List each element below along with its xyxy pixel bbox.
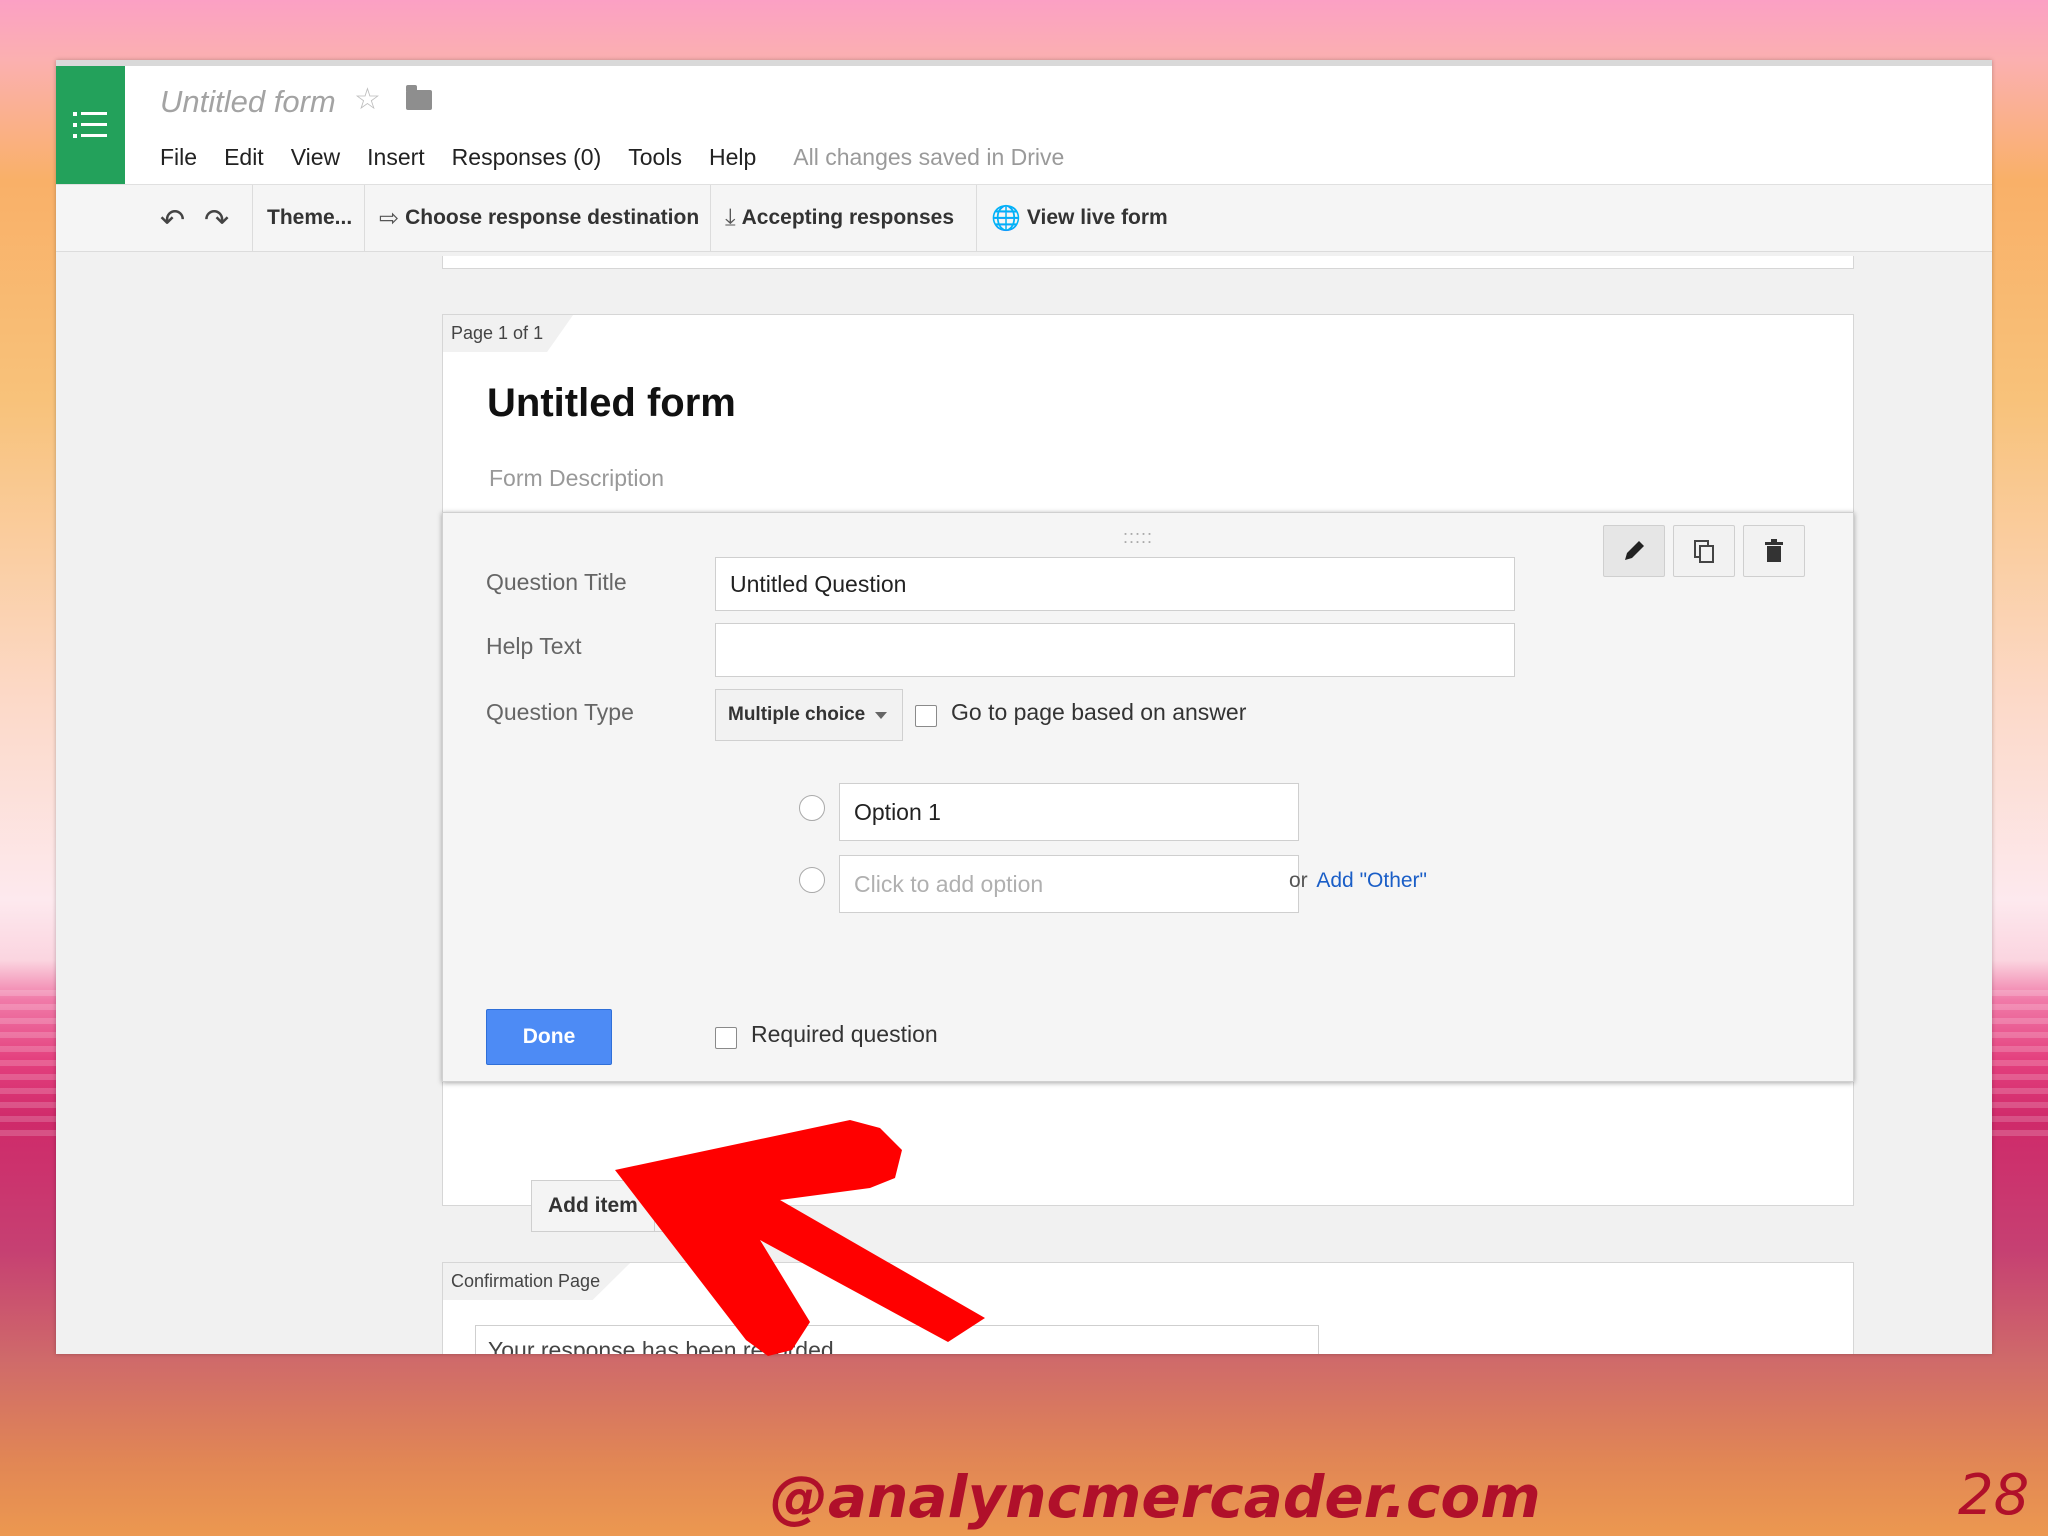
question-editor: ::::: Question Title Untitled Question H… — [442, 512, 1854, 1082]
export-icon: ⇨ — [379, 204, 400, 232]
form-title[interactable]: Untitled form — [487, 381, 736, 426]
chevron-down-icon — [875, 711, 888, 719]
theme-button[interactable]: Theme... — [252, 185, 366, 251]
menu-bar: File Edit View Insert Responses (0) Tool… — [160, 142, 1064, 172]
question-title-input[interactable]: Untitled Question — [715, 557, 1515, 611]
or-text: or — [1289, 869, 1308, 892]
theme-label: Theme... — [267, 206, 353, 229]
menu-edit[interactable]: Edit — [224, 144, 264, 171]
folder-icon[interactable] — [406, 85, 432, 110]
view-live-form-label: View live form — [1026, 206, 1168, 229]
page-label: Page 1 of 1 — [443, 315, 574, 352]
button-divider — [654, 1181, 655, 1231]
screenshot-window: Untitled form ☆ File Edit View Insert Re… — [56, 60, 1992, 1354]
copy-icon — [1694, 540, 1714, 563]
menu-tools[interactable]: Tools — [628, 144, 682, 171]
document-title[interactable]: Untitled form — [160, 84, 336, 120]
add-item-button[interactable]: Add item — [531, 1180, 686, 1232]
question-title-label: Question Title — [486, 569, 627, 595]
add-item-label: Add item — [548, 1194, 638, 1217]
inbox-icon: ⤓ — [725, 204, 736, 231]
menu-insert[interactable]: Insert — [367, 144, 425, 171]
top-bar: Untitled form ☆ File Edit View Insert Re… — [56, 66, 1992, 185]
done-button[interactable]: Done — [486, 1009, 612, 1065]
question-type-label: Question Type — [486, 699, 634, 725]
help-text-input[interactable] — [715, 623, 1515, 677]
add-other-link[interactable]: Add "Other" — [1316, 869, 1427, 892]
menu-view[interactable]: View — [291, 144, 340, 171]
confirmation-label: Confirmation Page — [443, 1263, 631, 1300]
question-type-select[interactable]: Multiple choice — [715, 689, 903, 741]
duplicate-button[interactable] — [1673, 525, 1735, 577]
accepting-responses-button[interactable]: ⤓ Accepting responses — [710, 185, 968, 251]
menu-help[interactable]: Help — [709, 144, 756, 171]
confirmation-card: Confirmation Page Your response has been… — [442, 1262, 1854, 1354]
help-text-label: Help Text — [486, 633, 582, 659]
menu-file[interactable]: File — [160, 144, 197, 171]
drag-handle-icon[interactable]: ::::: — [1123, 527, 1153, 548]
go-to-page-label: Go to page based on answer — [951, 699, 1247, 725]
add-other-text: or Add "Other" — [1273, 869, 1427, 893]
globe-link-icon: 🌐 — [991, 204, 1021, 232]
author-handle: @analyncmercader.com — [770, 1463, 1541, 1531]
pencil-icon — [1625, 541, 1644, 560]
add-option-radio — [799, 867, 825, 893]
response-destination-button[interactable]: ⇨ Choose response destination — [364, 185, 713, 251]
required-checkbox[interactable] — [715, 1027, 737, 1049]
list-icon — [72, 112, 107, 138]
required-label: Required question — [751, 1021, 938, 1047]
accepting-responses-label: Accepting responses — [741, 206, 955, 229]
slide-number: 28 — [1958, 1463, 2030, 1528]
option-input[interactable]: Option 1 — [839, 783, 1299, 841]
delete-button[interactable] — [1743, 525, 1805, 577]
trash-icon — [1765, 539, 1783, 562]
toolbar: ↶ ↷ Theme... ⇨ Choose response destinati… — [56, 185, 1992, 252]
question-type-value: Multiple choice — [728, 704, 866, 725]
option-radio — [799, 795, 825, 821]
view-live-form-button[interactable]: 🌐 View live form — [976, 185, 1182, 251]
forms-app-icon[interactable] — [56, 66, 125, 184]
menu-responses[interactable]: Responses (0) — [452, 144, 602, 171]
go-to-page-checkbox[interactable] — [915, 705, 937, 727]
confirmation-message-input[interactable]: Your response has been recorded. — [475, 1325, 1319, 1354]
undo-icon[interactable]: ↶ — [160, 203, 185, 238]
star-icon[interactable]: ☆ — [354, 82, 381, 117]
card-edge — [442, 256, 1854, 269]
chevron-down-icon[interactable] — [665, 1203, 677, 1210]
save-status: All changes saved in Drive — [793, 143, 1065, 170]
edit-button[interactable] — [1603, 525, 1665, 577]
form-description[interactable]: Form Description — [489, 465, 664, 492]
response-destination-label: Choose response destination — [405, 206, 700, 229]
add-option-input[interactable]: Click to add option — [839, 855, 1299, 913]
redo-icon[interactable]: ↷ — [204, 203, 229, 238]
